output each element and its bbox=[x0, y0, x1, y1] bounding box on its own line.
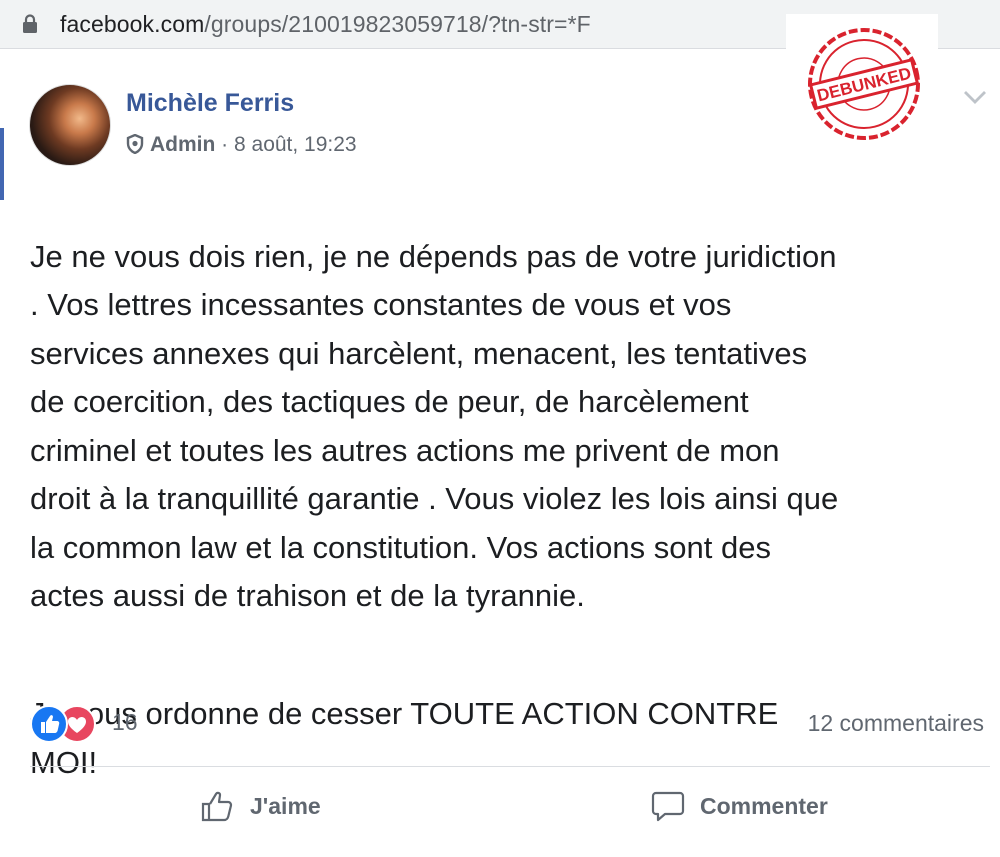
comment-button[interactable]: Commenter bbox=[650, 786, 828, 826]
admin-role[interactable]: Admin bbox=[150, 133, 215, 156]
post-text: Je ne vous dois rien, je ne dépends pas … bbox=[30, 184, 990, 857]
url-domain: facebook.com bbox=[60, 11, 205, 37]
like-reaction-icon bbox=[30, 705, 68, 743]
post-paragraph: Je ne vous dois rien, je ne dépends pas … bbox=[30, 238, 839, 614]
meta-separator: · bbox=[215, 133, 234, 156]
post-paragraph: Je vous ordonne de cesser TOUTE ACTION C… bbox=[30, 696, 779, 780]
author-name[interactable]: Michèle Ferris bbox=[126, 89, 294, 118]
divider bbox=[30, 766, 990, 767]
admin-badge-icon bbox=[126, 133, 144, 155]
like-button[interactable]: J'aime bbox=[200, 786, 321, 826]
like-label: J'aime bbox=[250, 792, 321, 819]
lock-icon bbox=[23, 14, 37, 33]
thumbs-up-icon bbox=[201, 791, 233, 822]
stamp-text: DEBUNKED bbox=[815, 64, 913, 106]
url-path: /groups/210019823059718/?tn-str=*F bbox=[204, 11, 591, 37]
comments-count[interactable]: 12 commentaires bbox=[808, 710, 984, 737]
debunked-stamp: DEBUNKED bbox=[786, 14, 938, 152]
reaction-count[interactable]: 16 bbox=[112, 709, 138, 736]
avatar[interactable] bbox=[29, 84, 111, 166]
comment-label: Commenter bbox=[700, 792, 828, 819]
debunked-stamp-icon: DEBUNKED bbox=[808, 28, 920, 140]
comment-bubble-icon bbox=[651, 791, 685, 822]
post-meta: Admin · 8 août, 19:23 bbox=[126, 131, 357, 159]
chevron-down-icon[interactable] bbox=[962, 88, 988, 106]
post-date[interactable]: 8 août, 19:23 bbox=[234, 133, 357, 156]
url-text[interactable]: facebook.com/groups/210019823059718/?tn-… bbox=[60, 11, 591, 38]
left-accent-bar bbox=[0, 128, 4, 200]
